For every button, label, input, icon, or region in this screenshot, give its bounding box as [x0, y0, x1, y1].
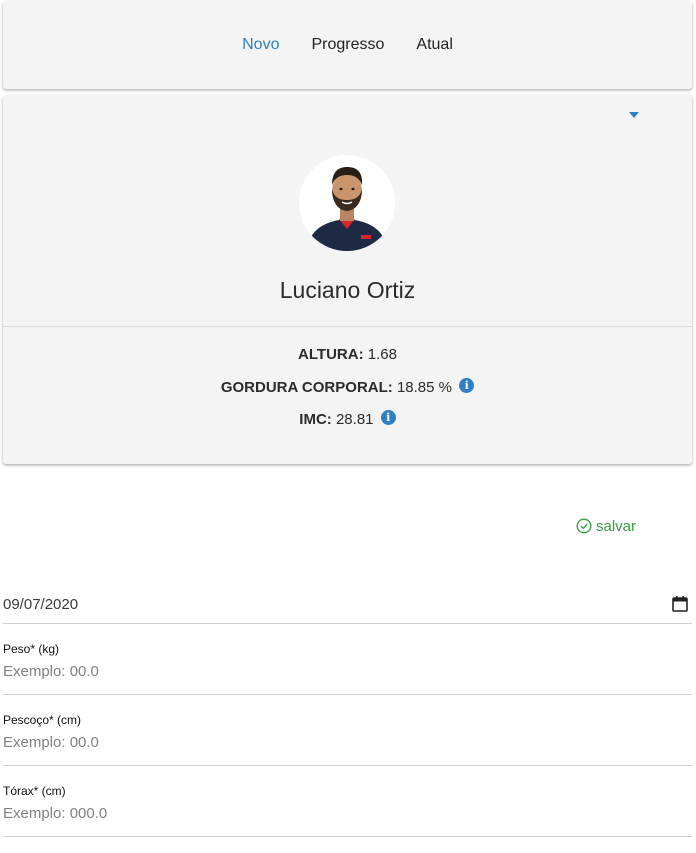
avatar: [299, 155, 395, 251]
tab-atual[interactable]: Atual: [400, 36, 468, 54]
profile-card: Luciano Ortiz ALTURA: 1.68 GORDURA CORPO…: [3, 95, 692, 464]
stat-altura-value: 1.68: [367, 346, 397, 363]
stat-imc-value: 28.81: [335, 411, 374, 428]
stat-gordura: GORDURA CORPORAL: 18.85 % i: [3, 378, 692, 396]
tab-novo[interactable]: Novo: [226, 36, 295, 54]
calendar-icon[interactable]: [671, 595, 689, 613]
stat-gordura-label: GORDURA CORPORAL:: [220, 379, 393, 396]
field-pescoco: Pescoço* (cm): [3, 695, 692, 766]
check-circle-icon: [576, 518, 592, 534]
field-peso: Peso* (kg): [3, 624, 692, 695]
peso-input[interactable]: [3, 660, 683, 682]
caret-down-icon[interactable]: [629, 112, 639, 118]
profile-name: Luciano Ortiz: [279, 277, 416, 303]
stat-imc: IMC: 28.81 i: [3, 410, 692, 428]
stat-gordura-value: 18.85 %: [396, 379, 452, 396]
field-torax: Tórax* (cm): [3, 766, 692, 837]
save-label: salvar: [596, 517, 637, 535]
date-field[interactable]: 09/07/2020: [3, 586, 692, 624]
pescoco-input[interactable]: [3, 731, 683, 753]
pescoco-label: Pescoço* (cm): [3, 713, 82, 727]
stat-altura-label: ALTURA:: [298, 346, 364, 363]
peso-label: Peso* (kg): [3, 642, 60, 656]
info-icon[interactable]: i: [380, 410, 396, 425]
divider: [3, 326, 692, 327]
top-nav: Novo Progresso Atual: [3, 1, 692, 89]
info-icon[interactable]: i: [459, 378, 475, 393]
stat-altura: ALTURA: 1.68: [3, 346, 692, 363]
torax-input[interactable]: [3, 802, 683, 824]
stat-imc-label: IMC:: [299, 411, 332, 428]
save-button[interactable]: salvar: [576, 516, 636, 536]
tab-progresso[interactable]: Progresso: [295, 36, 400, 54]
date-value[interactable]: 09/07/2020: [3, 596, 78, 613]
torax-label: Tórax* (cm): [3, 784, 66, 798]
